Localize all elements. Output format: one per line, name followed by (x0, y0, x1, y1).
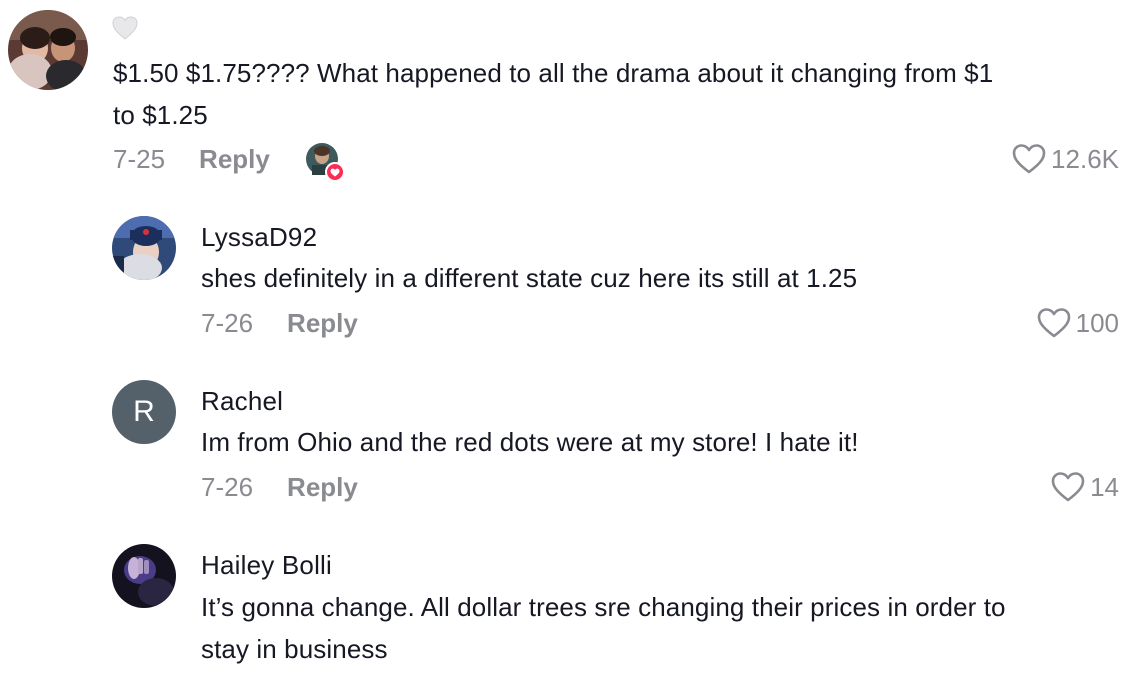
avatar[interactable] (8, 10, 88, 90)
avatar-photo (8, 10, 88, 90)
comment-meta: 7-26 Reply (201, 308, 358, 339)
comment-date: 7-26 (201, 472, 254, 502)
creator-liked-badge (306, 143, 346, 188)
heart-outline-icon (1051, 472, 1085, 502)
username[interactable]: LyssaD92 (201, 222, 317, 253)
avatar-photo (112, 544, 176, 608)
comment-text-line: $1.50 $1.75???? What happened to all the… (113, 58, 994, 88)
username[interactable]: Rachel (201, 386, 283, 417)
comment-date: 7-25 (113, 144, 166, 174)
like-button[interactable]: 12.6K (1011, 143, 1119, 175)
comment-text-line: to $1.25 (113, 100, 208, 130)
heart-outline-icon (1037, 308, 1070, 338)
avatar[interactable] (112, 544, 176, 608)
like-count: 14 (1090, 471, 1119, 502)
small-heart-icon[interactable] (111, 15, 139, 46)
like-button[interactable]: 100 (1036, 307, 1119, 339)
avatar-photo (112, 216, 176, 280)
like-button[interactable]: 14 (1050, 471, 1119, 503)
reply-button[interactable]: Reply (199, 144, 270, 175)
comment-meta: 7-25 Reply (113, 144, 270, 175)
reply-button[interactable]: Reply (287, 308, 358, 339)
comment-date: 7-26 (201, 308, 254, 338)
username[interactable]: Hailey Bolli (201, 550, 332, 581)
like-count: 12.6K (1051, 143, 1119, 174)
avatar[interactable] (112, 216, 176, 280)
avatar-initial: R (133, 395, 155, 428)
comment-text-line: stay in business (201, 634, 388, 664)
like-count: 100 (1075, 307, 1119, 338)
avatar[interactable]: R (112, 380, 176, 444)
comment-meta: 7-26 Reply (201, 472, 358, 503)
comment-text: shes definitely in a different state cuz… (201, 263, 858, 293)
comment-text: $1.50 $1.75???? What happened to all the… (113, 52, 1123, 136)
reply-button[interactable]: Reply (287, 472, 358, 503)
comment-text: Im from Ohio and the red dots were at my… (201, 427, 859, 457)
heart-outline-icon (1012, 144, 1046, 174)
comment-text-line: It’s gonna change. All dollar trees sre … (201, 592, 1006, 622)
comment-text: It’s gonna change. All dollar trees sre … (201, 586, 1121, 670)
